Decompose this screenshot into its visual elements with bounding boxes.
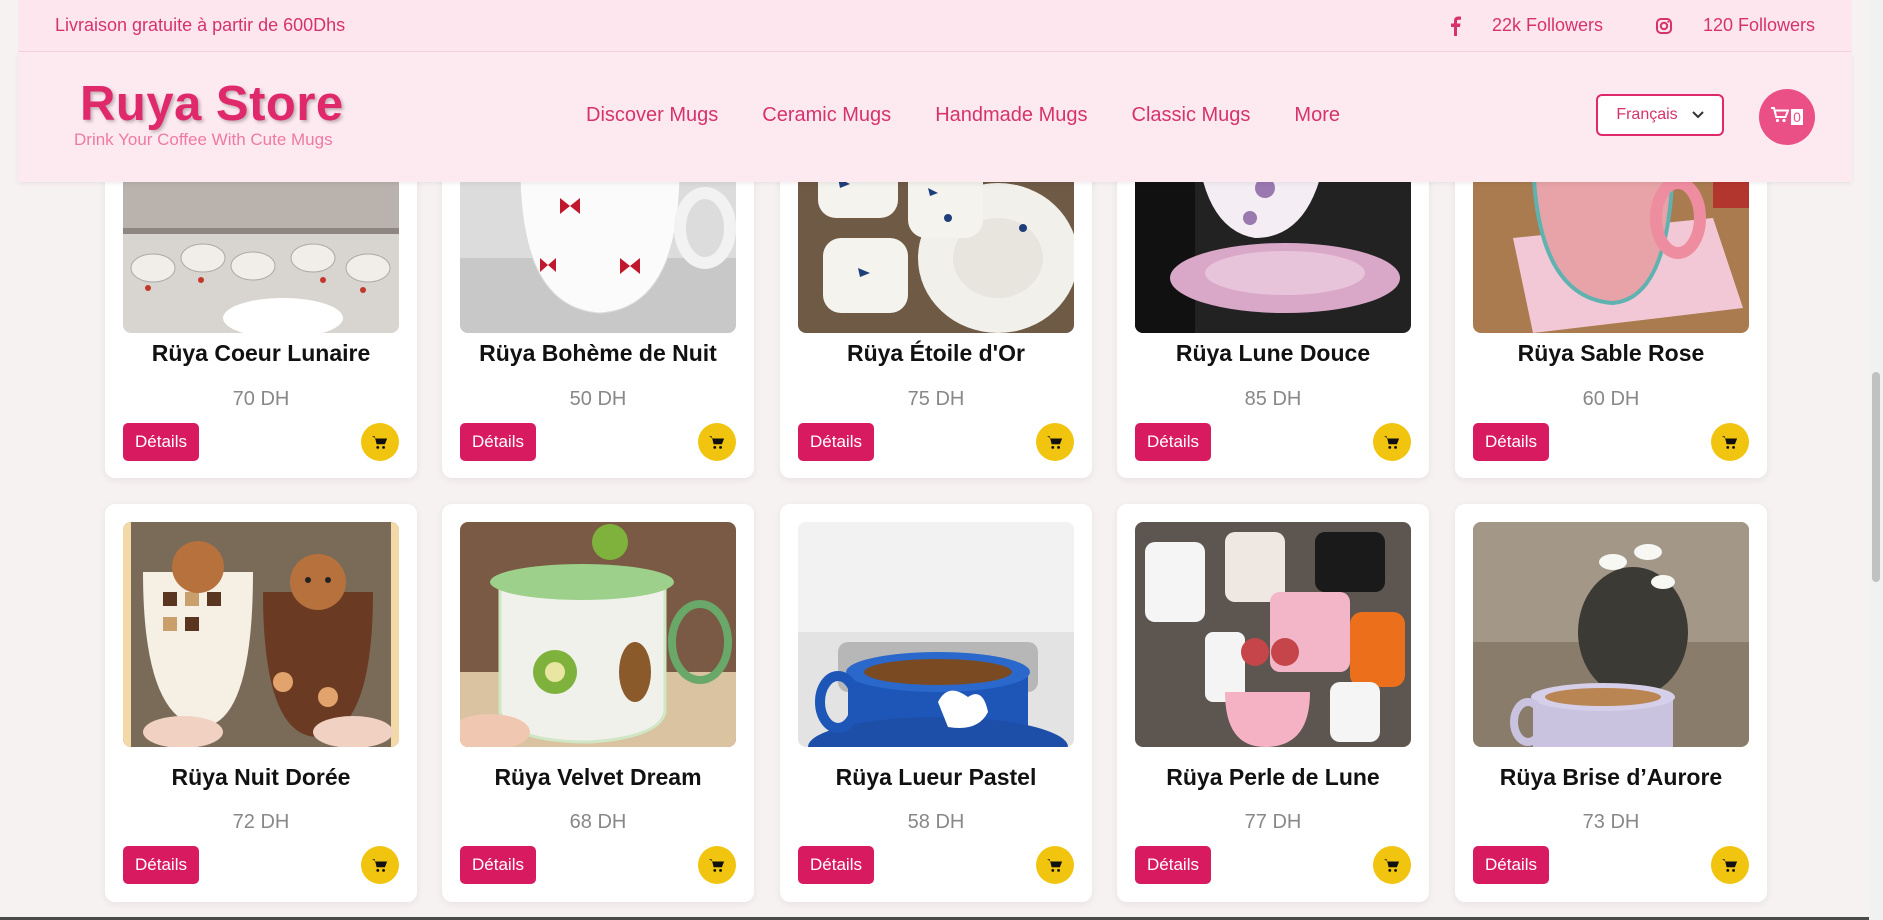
nav-ceramic-mugs[interactable]: Ceramic Mugs	[762, 104, 891, 127]
product-price: 58 DH	[907, 811, 965, 833]
cart-icon	[1722, 435, 1738, 449]
product-price: 60 DH	[1582, 388, 1640, 410]
cart-icon	[1047, 435, 1063, 449]
cart-icon	[1384, 435, 1400, 449]
product-price: 68 DH	[569, 811, 627, 833]
nav-handmade-mugs[interactable]: Handmade Mugs	[935, 104, 1087, 127]
product-price: 72 DH	[232, 811, 290, 833]
scrollbar-thumb[interactable]	[1872, 372, 1880, 582]
main-navigation: Discover Mugs Ceramic Mugs Handmade Mugs…	[586, 104, 1384, 127]
brand-tagline: Drink Your Coffee With Cute Mugs	[74, 130, 333, 149]
product-card[interactable]: Rüya Lueur Pastel 58 DH Détails	[780, 504, 1092, 902]
product-image[interactable]	[123, 522, 399, 747]
cart-icon	[1771, 106, 1790, 128]
product-card[interactable]: Rüya Brise d’Aurore 73 DH Détails	[1455, 504, 1767, 902]
product-title[interactable]: Rüya Sable Rose	[1455, 340, 1767, 367]
product-price: 77 DH	[1244, 811, 1302, 833]
cart-icon	[1722, 858, 1738, 872]
top-announcement-bar: Livraison gratuite à partir de 600Dhs 22…	[18, 0, 1852, 52]
add-to-cart-button[interactable]	[698, 423, 736, 461]
product-price: 75 DH	[907, 388, 965, 410]
product-price: 73 DH	[1582, 811, 1640, 833]
add-to-cart-button[interactable]	[1711, 846, 1749, 884]
brand-logo[interactable]: Ruya Store Drink Your Coffee With Cute M…	[60, 76, 344, 150]
details-button[interactable]: Détails	[1473, 423, 1549, 461]
product-title[interactable]: Rüya Lueur Pastel	[780, 764, 1092, 791]
free-shipping-promo: Livraison gratuite à partir de 600Dhs	[55, 15, 346, 35]
add-to-cart-button[interactable]	[361, 846, 399, 884]
cart-count-badge: 0	[1791, 109, 1803, 125]
product-image[interactable]	[1473, 522, 1749, 747]
cart-icon	[1047, 858, 1063, 872]
product-title[interactable]: Rüya Velvet Dream	[442, 764, 754, 791]
details-button[interactable]: Détails	[1135, 423, 1211, 461]
product-image[interactable]	[798, 522, 1074, 747]
brand-name[interactable]: Ruya Store	[60, 76, 344, 132]
product-card[interactable]: Rüya Velvet Dream 68 DH Détails	[442, 504, 754, 902]
add-to-cart-button[interactable]	[1036, 423, 1074, 461]
product-title[interactable]: Rüya Étoile d'Or	[780, 340, 1092, 367]
product-image[interactable]	[1135, 522, 1411, 747]
cart-icon	[372, 435, 388, 449]
product-title[interactable]: Rüya Lune Douce	[1117, 340, 1429, 367]
product-price: 85 DH	[1244, 388, 1302, 410]
details-button[interactable]: Détails	[460, 846, 536, 884]
instagram-followers[interactable]: 120 Followers	[1703, 15, 1815, 36]
page-scrollbar[interactable]	[1869, 0, 1883, 920]
details-button[interactable]: Détails	[798, 423, 874, 461]
add-to-cart-button[interactable]	[698, 846, 736, 884]
details-button[interactable]: Détails	[1135, 846, 1211, 884]
product-price: 70 DH	[232, 388, 290, 410]
chevron-down-icon	[1691, 108, 1704, 122]
details-button[interactable]: Détails	[1473, 846, 1549, 884]
product-title[interactable]: Rüya Coeur Lunaire	[105, 340, 417, 367]
cart-icon	[709, 858, 725, 872]
details-button[interactable]: Détails	[460, 423, 536, 461]
add-to-cart-button[interactable]	[361, 423, 399, 461]
product-title[interactable]: Rüya Bohème de Nuit	[442, 340, 754, 367]
cart-icon	[372, 858, 388, 872]
facebook-icon[interactable]	[1446, 15, 1466, 37]
cart-icon	[1384, 858, 1400, 872]
product-card[interactable]: Rüya Nuit Dorée 72 DH Détails	[105, 504, 417, 902]
product-price: 50 DH	[569, 388, 627, 410]
product-title[interactable]: Rüya Nuit Dorée	[105, 764, 417, 791]
add-to-cart-button[interactable]	[1373, 423, 1411, 461]
cart-icon	[709, 435, 725, 449]
details-button[interactable]: Détails	[123, 846, 199, 884]
nav-classic-mugs[interactable]: Classic Mugs	[1132, 104, 1251, 127]
details-button[interactable]: Détails	[123, 423, 199, 461]
site-header: Ruya Store Drink Your Coffee With Cute M…	[18, 52, 1852, 182]
product-title[interactable]: Rüya Perle de Lune	[1117, 764, 1429, 791]
add-to-cart-button[interactable]	[1373, 846, 1411, 884]
product-card[interactable]: Rüya Perle de Lune 77 DH Détails	[1117, 504, 1429, 902]
nav-more[interactable]: More	[1294, 104, 1340, 127]
add-to-cart-button[interactable]	[1711, 423, 1749, 461]
cart-button[interactable]: 0	[1759, 89, 1815, 145]
language-select[interactable]: Français	[1596, 94, 1724, 136]
details-button[interactable]: Détails	[798, 846, 874, 884]
instagram-icon[interactable]	[1654, 16, 1674, 36]
add-to-cart-button[interactable]	[1036, 846, 1074, 884]
language-value: Français	[1616, 106, 1678, 123]
product-title[interactable]: Rüya Brise d’Aurore	[1455, 764, 1767, 791]
nav-discover-mugs[interactable]: Discover Mugs	[586, 104, 718, 127]
product-image[interactable]	[460, 522, 736, 747]
facebook-followers[interactable]: 22k Followers	[1492, 15, 1603, 36]
